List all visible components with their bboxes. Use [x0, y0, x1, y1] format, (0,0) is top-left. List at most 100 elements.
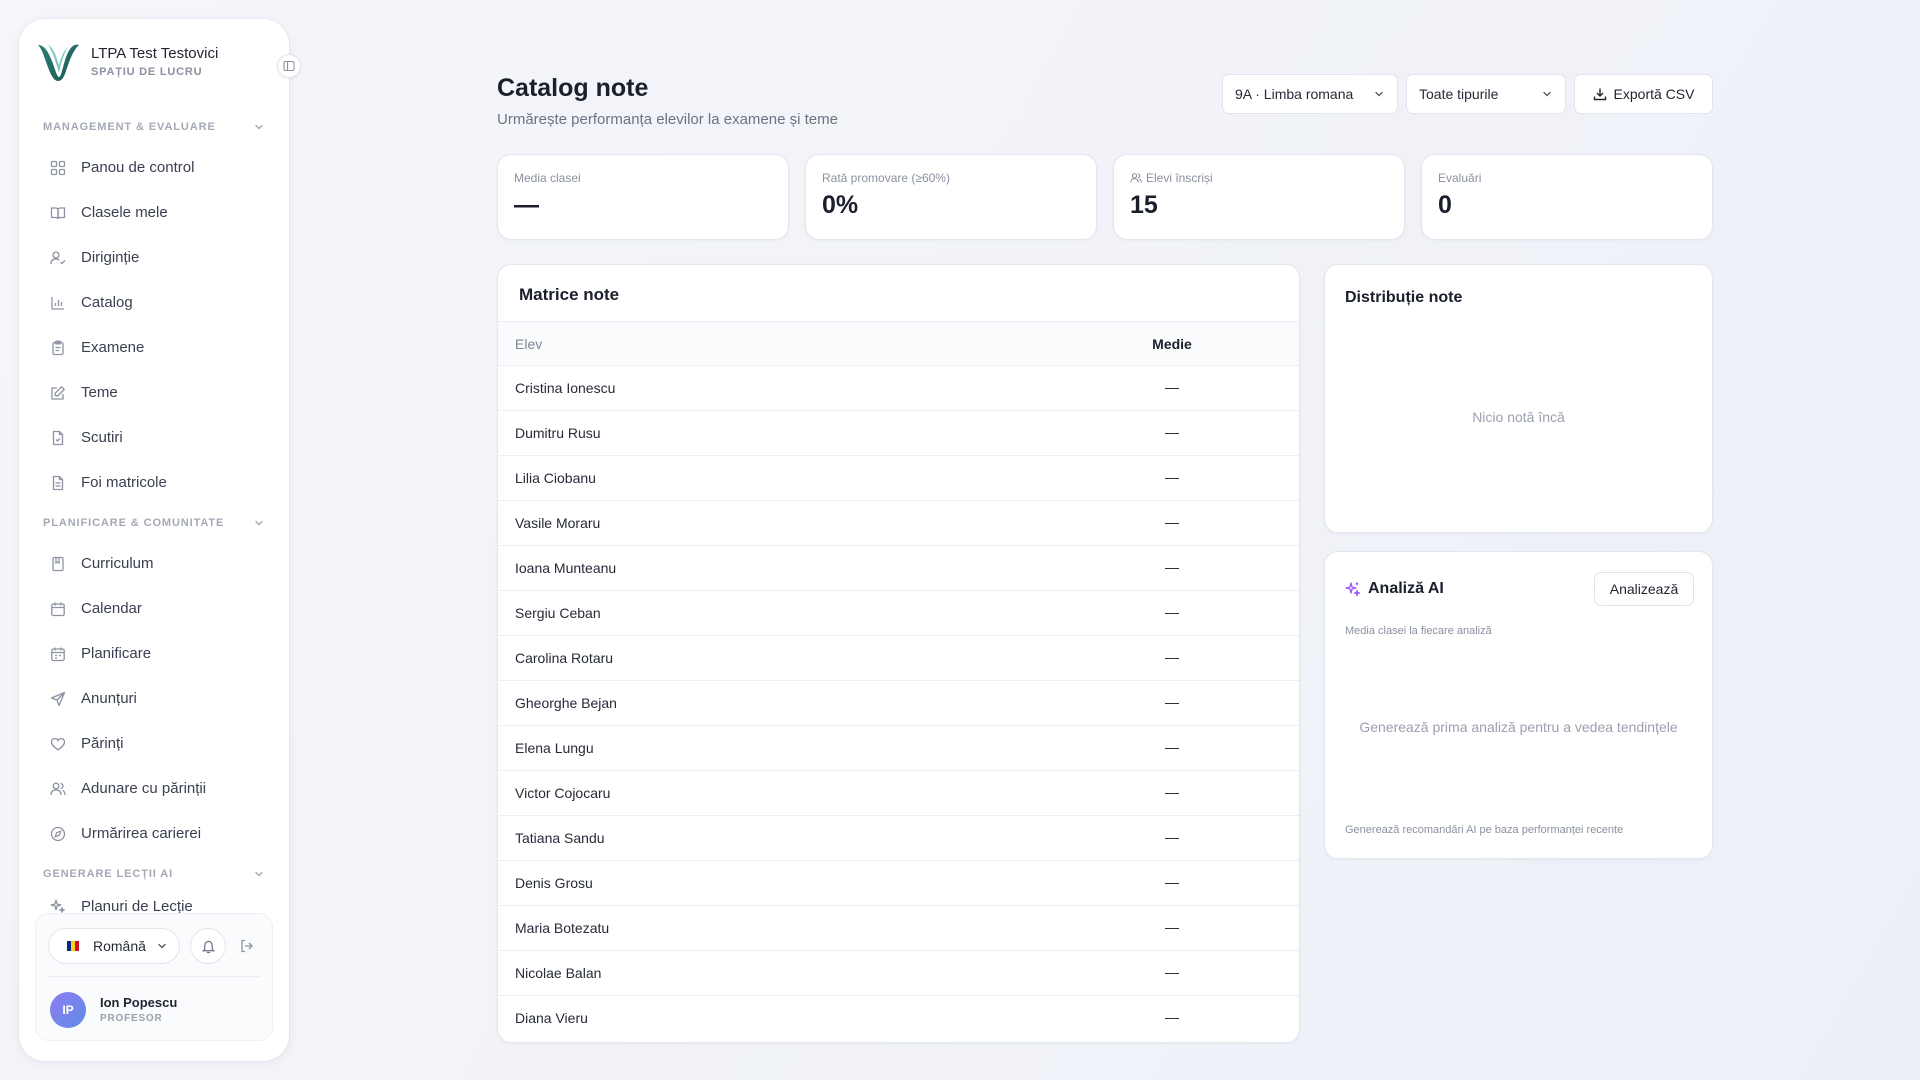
- matrix-title: Matrice note: [519, 285, 620, 304]
- student-average: —: [1165, 829, 1179, 845]
- bar-chart-icon: [49, 294, 67, 312]
- notifications-button[interactable]: [190, 928, 226, 964]
- table-body: Cristina Ionescu — Dumitru Rusu — Lilia Ciob…: [498, 366, 1299, 1041]
- grades-matrix: Matrice note Elev Medie Cristina Ionescu…: [497, 264, 1300, 1043]
- sidebar-toggle-icon: [283, 60, 295, 72]
- brand[interactable]: LTPA Test Testovici SPAȚIU DE LUCRU: [34, 37, 218, 85]
- language-selector[interactable]: Română: [48, 928, 180, 964]
- users-icon: [1130, 173, 1142, 183]
- ai-footer-note: Generează recomandări AI pe baza perform…: [1345, 824, 1624, 836]
- table-row[interactable]: Victor Cojocaru —: [498, 771, 1299, 816]
- class-select[interactable]: 9A · Limba romana: [1222, 74, 1398, 114]
- user-name: Ion Popescu: [100, 995, 178, 1010]
- type-select[interactable]: Toate tipurile: [1406, 74, 1566, 114]
- sidebar-item-teme[interactable]: Teme: [19, 370, 289, 415]
- student-name: Vasile Moraru: [515, 515, 601, 531]
- nav-section-planificare[interactable]: PLANIFICARE & COMUNITATE: [19, 505, 289, 541]
- table-row[interactable]: Elena Lungu —: [498, 726, 1299, 771]
- stat-card-elevi: Elevi înscriși 15: [1113, 154, 1405, 240]
- student-name: Denis Grosu: [515, 875, 593, 891]
- sidebar-item-calendar[interactable]: Calendar: [19, 586, 289, 631]
- table-row[interactable]: Nicolae Balan —: [498, 951, 1299, 996]
- table-row[interactable]: Diana Vieru —: [498, 996, 1299, 1041]
- table-row[interactable]: Ioana Munteanu —: [498, 546, 1299, 591]
- edit-icon: [49, 384, 67, 402]
- book-icon: [49, 555, 67, 573]
- student-average: —: [1165, 694, 1179, 710]
- sidebar-item-panou[interactable]: Panou de control: [19, 145, 289, 190]
- table-row[interactable]: Denis Grosu —: [498, 861, 1299, 906]
- ai-title: Analiză AI: [1368, 580, 1444, 597]
- sidebar-item-label: Urmărirea carierei: [81, 825, 202, 842]
- export-csv-button[interactable]: Exportă CSV: [1574, 74, 1713, 114]
- sidebar-item-label: Foi matricole: [81, 474, 167, 491]
- sidebar-item-curriculum[interactable]: Curriculum: [19, 541, 289, 586]
- sidebar-item-label: Părinți: [81, 735, 124, 752]
- sidebar-item-label: Calendar: [81, 600, 142, 617]
- user-check-icon: [49, 249, 67, 267]
- logout-button[interactable]: [237, 936, 257, 956]
- sidebar-item-foi-matricole[interactable]: Foi matricole: [19, 460, 289, 505]
- table-header: Elev Medie: [498, 321, 1299, 366]
- chevron-down-icon: [1375, 91, 1383, 97]
- sidebar-item-catalog[interactable]: Catalog: [19, 280, 289, 325]
- stat-label: Media clasei: [514, 171, 581, 185]
- calendar-check-icon: [49, 645, 67, 663]
- grid-icon: [49, 159, 67, 177]
- chevron-down-icon: [255, 124, 263, 130]
- avatar[interactable]: IP: [50, 992, 86, 1028]
- nav-section-management[interactable]: MANAGEMENT & EVALUARE: [19, 109, 289, 145]
- stat-value: —: [514, 191, 539, 219]
- romania-flag-icon: [67, 941, 79, 951]
- language-label: Română: [93, 938, 146, 954]
- sidebar-item-parinti[interactable]: Părinți: [19, 721, 289, 766]
- student-name: Maria Botezatu: [515, 920, 610, 936]
- student-name: Lilia Ciobanu: [515, 470, 596, 486]
- sidebar-item-label: Panou de control: [81, 159, 195, 176]
- sidebar-item-label: Anunțuri: [81, 690, 137, 707]
- table-row[interactable]: Sergiu Ceban —: [498, 591, 1299, 636]
- student-average: —: [1165, 919, 1179, 935]
- v-logo-icon: [38, 44, 79, 81]
- chevron-down-icon: [255, 520, 263, 526]
- sidebar-item-cariera[interactable]: Urmărirea carierei: [19, 811, 289, 856]
- calendar-icon: [49, 600, 67, 618]
- table-row[interactable]: Tatiana Sandu —: [498, 816, 1299, 861]
- sidebar-item-planificare[interactable]: Planificare: [19, 631, 289, 676]
- table-row[interactable]: Maria Botezatu —: [498, 906, 1299, 951]
- class-select-value: 9A · Limba romana: [1235, 86, 1354, 102]
- sidebar-item-examene[interactable]: Examene: [19, 325, 289, 370]
- sidebar-item-clasele[interactable]: Clasele mele: [19, 190, 289, 235]
- column-header-medie[interactable]: Medie: [1112, 336, 1232, 352]
- nav-section-ai[interactable]: GENERARE LECȚII AI: [19, 856, 289, 892]
- table-row[interactable]: Vasile Moraru —: [498, 501, 1299, 546]
- student-average: —: [1165, 874, 1179, 890]
- table-row[interactable]: Lilia Ciobanu —: [498, 456, 1299, 501]
- sidebar-nav[interactable]: MANAGEMENT & EVALUARE Panou de control C…: [19, 109, 289, 919]
- brand-name: LTPA Test Testovici: [91, 45, 219, 62]
- table-row[interactable]: Cristina Ionescu —: [498, 366, 1299, 411]
- table-row[interactable]: Carolina Rotaru —: [498, 636, 1299, 681]
- stat-card-promovare: Rată promovare (≥60%) 0%: [805, 154, 1097, 240]
- ai-empty-state: Generează prima analiză pentru a vedea t…: [1359, 719, 1678, 735]
- sidebar-item-label: Teme: [81, 384, 118, 401]
- sidebar-item-dirigintie[interactable]: Diriginție: [19, 235, 289, 280]
- table-row[interactable]: Dumitru Rusu —: [498, 411, 1299, 456]
- column-header-elev[interactable]: Elev: [515, 336, 542, 352]
- sidebar-item-anunturi[interactable]: Anunțuri: [19, 676, 289, 721]
- nav-section-label: MANAGEMENT & EVALUARE: [43, 121, 216, 133]
- distribution-empty-state: Nicio notă încă: [1472, 409, 1565, 425]
- book-open-icon: [49, 204, 67, 222]
- sidebar-item-label: Adunare cu părinții: [81, 780, 207, 797]
- sidebar-item-scutiri[interactable]: Scutiri: [19, 415, 289, 460]
- sidebar-collapse-button[interactable]: [277, 54, 301, 78]
- table-row[interactable]: Gheorghe Bejan —: [498, 681, 1299, 726]
- distribution-title: Distribuție note: [1345, 289, 1463, 306]
- file-check-icon: [49, 429, 67, 447]
- clipboard-icon: [49, 339, 67, 357]
- sidebar-item-adunare[interactable]: Adunare cu părinții: [19, 766, 289, 811]
- analyze-button[interactable]: Analizează: [1594, 572, 1694, 606]
- heart-icon: [49, 735, 67, 753]
- stat-value: 0: [1438, 191, 1452, 219]
- chevron-down-icon: [158, 943, 166, 949]
